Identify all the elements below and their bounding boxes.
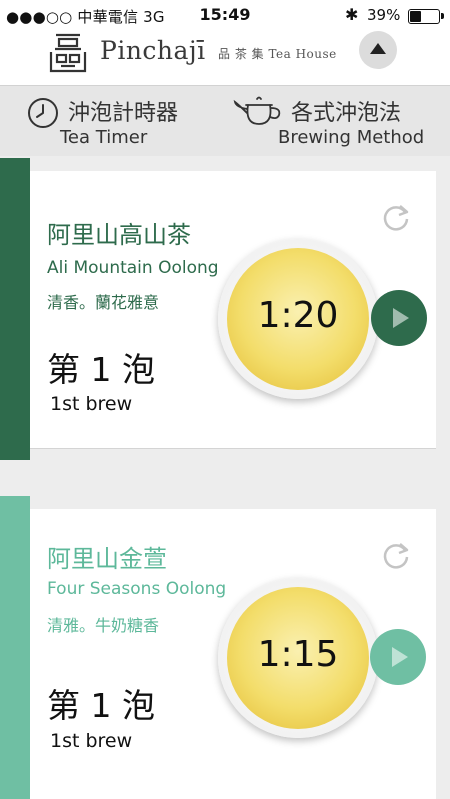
bluetooth-icon: ✱ bbox=[345, 5, 359, 24]
tea-cup-timer: 1:20 bbox=[218, 239, 378, 399]
teapot-icon bbox=[233, 96, 281, 125]
timer-display: 1:20 bbox=[257, 295, 339, 336]
app-header: Pinchajī 品 茶 集 Tea House bbox=[0, 30, 450, 86]
triangle-up-icon bbox=[370, 43, 386, 54]
pinchaji-logo bbox=[49, 33, 87, 73]
tea-cup-timer: 1:15 bbox=[218, 578, 378, 738]
reset-icon[interactable] bbox=[378, 537, 414, 573]
tab-tea-timer-label-zh: 沖泡計時器 bbox=[68, 101, 179, 126]
play-button[interactable] bbox=[370, 629, 426, 685]
tea-card: 阿里山金萱 Four Seasons Oolong 清雅。牛奶糖香 第 1 泡 … bbox=[30, 509, 436, 799]
nav-bar: 沖泡計時器 Tea Timer 各式沖泡法 Brewing Method bbox=[0, 86, 450, 156]
tab-tea-timer-label-en: Tea Timer bbox=[60, 127, 148, 148]
battery-percent: 39% bbox=[367, 6, 401, 24]
clock-icon bbox=[28, 98, 58, 128]
tea-card: 阿里山高山茶 Ali Mountain Oolong 清香。蘭花雅意 第 1 泡… bbox=[30, 171, 436, 449]
collapse-button[interactable] bbox=[359, 31, 397, 69]
tab-brewing-method-label-en: Brewing Method bbox=[278, 127, 425, 148]
reset-icon[interactable] bbox=[378, 199, 414, 235]
tea-name-zh: 阿里山高山茶 bbox=[47, 221, 191, 249]
tea-name-en: Ali Mountain Oolong bbox=[47, 258, 219, 278]
brew-count-zh: 第 1 泡 bbox=[47, 350, 155, 389]
tea-card-accent-bar bbox=[0, 496, 30, 799]
tea-description: 清香。蘭花雅意 bbox=[47, 293, 160, 312]
brew-count-en: 1st brew bbox=[50, 393, 133, 415]
battery-icon bbox=[408, 9, 444, 24]
play-icon bbox=[393, 308, 409, 328]
play-icon bbox=[392, 647, 408, 667]
tea-card-accent-bar bbox=[0, 158, 30, 460]
play-button[interactable] bbox=[371, 290, 427, 346]
tab-tea-timer[interactable]: 沖泡計時器 Tea Timer bbox=[0, 86, 225, 156]
status-bar: ●●●○○ 中華電信 3G 15:49 ✱ 39% bbox=[0, 0, 450, 30]
brew-count-zh: 第 1 泡 bbox=[47, 686, 155, 725]
tea-description: 清雅。牛奶糖香 bbox=[47, 616, 160, 635]
tab-brewing-method[interactable]: 各式沖泡法 Brewing Method bbox=[225, 86, 450, 156]
timer-display: 1:15 bbox=[257, 634, 339, 675]
tea-name-zh: 阿里山金萱 bbox=[47, 545, 167, 573]
brew-count-en: 1st brew bbox=[50, 730, 133, 752]
brand-subtitle: 品 茶 集 Tea House bbox=[218, 47, 337, 61]
tab-brewing-method-label-zh: 各式沖泡法 bbox=[291, 101, 402, 126]
tea-name-en: Four Seasons Oolong bbox=[47, 579, 227, 599]
brand-name: Pinchajī bbox=[100, 36, 206, 65]
